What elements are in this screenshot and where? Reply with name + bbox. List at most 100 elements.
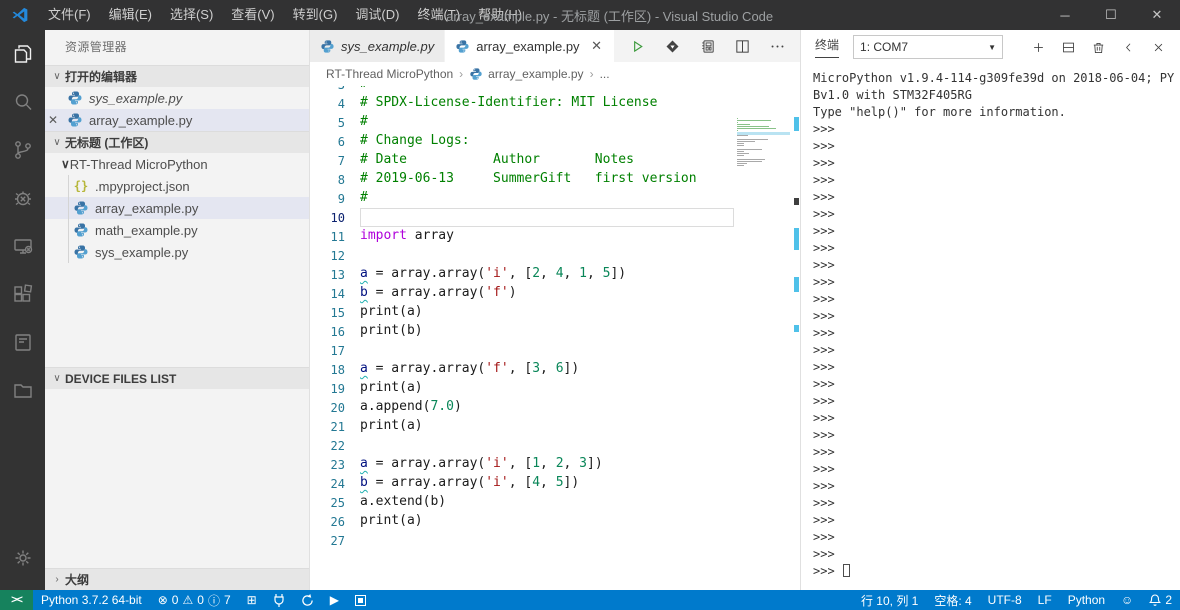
code-line[interactable]: 25 a.extend(b) [310, 493, 800, 512]
kill-terminal-icon[interactable] [1090, 39, 1106, 55]
debug-icon[interactable] [0, 174, 45, 222]
source-control-icon[interactable] [0, 126, 45, 174]
flash-chip-icon[interactable] [698, 37, 716, 55]
menu-item[interactable]: 文件(F) [39, 0, 100, 30]
tree-folder[interactable]: ∨ RT-Thread MicroPython [45, 153, 309, 175]
sync-icon[interactable] [293, 590, 322, 610]
terminal-selector[interactable]: 1: COM7 ▼ [853, 35, 1004, 59]
workspace-header[interactable]: ∨ 无标题 (工作区) [45, 131, 309, 153]
code-line[interactable]: 16 print(b) [310, 322, 800, 341]
minimap-line [737, 159, 765, 160]
code-line[interactable]: 20 a.append(7.0) [310, 398, 800, 417]
breadcrumb-item[interactable]: RT-Thread MicroPython [326, 67, 453, 81]
indentation-setting[interactable]: 空格: 4 [926, 590, 979, 610]
add-box-icon[interactable]: ⊞ [239, 590, 265, 610]
python-interpreter[interactable]: Python 3.7.2 64-bit [33, 590, 150, 610]
smiley-icon[interactable]: ☺ [1113, 590, 1141, 610]
menu-item[interactable]: 转到(G) [284, 0, 347, 30]
run-icon[interactable] [628, 37, 646, 55]
code-line[interactable]: 22 [310, 436, 800, 455]
close-panel-icon[interactable] [1150, 39, 1166, 55]
code-line[interactable]: 3# [310, 86, 800, 94]
code-line[interactable]: 4 # SPDX-License-Identifier: MIT License [310, 94, 800, 113]
folder-icon[interactable] [0, 366, 45, 414]
build-icon[interactable] [663, 37, 681, 55]
code-line[interactable]: 13 a = array.array('i', [2, 4, 1, 5]) [310, 265, 800, 284]
eol-setting[interactable]: LF [1030, 590, 1060, 610]
split-editor-icon[interactable] [733, 37, 751, 55]
menu-item[interactable]: 查看(V) [222, 0, 283, 30]
terminal-active-prompt[interactable]: >>> [813, 563, 1176, 580]
cursor-position[interactable]: 行 10, 列 1 [853, 590, 926, 610]
remote-indicator[interactable]: >< [0, 590, 33, 610]
language-mode[interactable]: Python [1060, 590, 1113, 610]
notes-icon[interactable] [0, 318, 45, 366]
python-file-icon [455, 39, 470, 54]
editor-group: sys_example.py array_example.py ✕ RT-Threa… [310, 30, 800, 590]
code-line[interactable]: 7 # Date Author Notes [310, 151, 800, 170]
play-icon[interactable]: ▶ [322, 590, 347, 610]
code-line[interactable]: 21 print(a) [310, 417, 800, 436]
close-button[interactable]: ✕ [1134, 0, 1180, 30]
code-line[interactable]: 24 b = array.array('i', [4, 5]) [310, 474, 800, 493]
code-editor[interactable]: 3#4# SPDX-License-Identifier: MIT Licens… [310, 86, 800, 590]
code-line[interactable]: 15 print(a) [310, 303, 800, 322]
minimap-line [737, 135, 748, 136]
encoding-setting[interactable]: UTF-8 [980, 590, 1030, 610]
extensions-icon[interactable] [0, 270, 45, 318]
split-terminal-icon[interactable] [1060, 39, 1076, 55]
tree-item[interactable]: array_example.py [45, 197, 309, 219]
menu-item[interactable]: 调试(D) [346, 0, 408, 30]
open-editor-item[interactable]: ✕sys_example.py [45, 87, 309, 109]
collapse-icon[interactable] [1120, 39, 1136, 55]
open-editor-item[interactable]: ✕ array_example.py [45, 109, 309, 131]
breadcrumb[interactable]: RT-Thread MicroPython › array_example.py ›.… [310, 62, 800, 86]
code-line[interactable]: 6 # Change Logs: [310, 132, 800, 151]
maximize-button[interactable]: ☐ [1088, 0, 1134, 30]
open-editors-header[interactable]: ∨ 打开的编辑器 [45, 65, 309, 87]
explorer-icon[interactable] [0, 30, 45, 78]
gear-icon[interactable] [0, 534, 45, 582]
outline-header[interactable]: › 大纲 [45, 568, 309, 590]
editor-tab[interactable]: sys_example.py [310, 30, 446, 62]
code-line[interactable]: 11 import array [310, 227, 800, 246]
new-terminal-icon[interactable] [1030, 39, 1046, 55]
plug-icon[interactable] [265, 590, 293, 610]
code-line[interactable]: 26 print(a) [310, 512, 800, 531]
stop-icon[interactable] [347, 590, 374, 610]
menu-item[interactable]: 选择(S) [161, 0, 222, 30]
editor-tab[interactable]: array_example.py ✕ [445, 30, 615, 62]
device-files-header[interactable]: ∨ DEVICE FILES LIST [45, 367, 309, 389]
tree-item[interactable]: sys_example.py [45, 241, 309, 263]
chevron-down-icon: ∨ [53, 137, 61, 148]
minimap-line [737, 153, 749, 154]
tree-item[interactable]: math_example.py [45, 219, 309, 241]
tree-item[interactable]: {} .mpyproject.json [45, 175, 309, 197]
close-icon[interactable]: ✕ [45, 113, 61, 127]
breadcrumb-item[interactable]: ... [600, 67, 610, 81]
breadcrumb-item[interactable]: array_example.py [488, 67, 583, 81]
code-line[interactable]: 18 a = array.array('f', [3, 6]) [310, 360, 800, 379]
more-actions-icon[interactable] [768, 37, 786, 55]
code-line[interactable]: 19 print(a) [310, 379, 800, 398]
search-icon[interactable] [0, 78, 45, 126]
menu-item[interactable]: 编辑(E) [100, 0, 161, 30]
code-line[interactable]: 8 # 2019-06-13 SummerGift first version [310, 170, 800, 189]
problems-indicator[interactable]: ⊗ 0 ⚠ 0 ⓘ 7 [150, 590, 239, 610]
line-number: 12 [330, 248, 345, 263]
terminal-output[interactable]: MicroPython v1.9.4-114-g309fe39d on 2018… [813, 70, 1176, 590]
code-line[interactable]: 14 b = array.array('f') [310, 284, 800, 303]
code-line[interactable]: 23 a = array.array('i', [1, 2, 3]) [310, 455, 800, 474]
code-line[interactable]: 17 [310, 341, 800, 360]
close-icon[interactable]: ✕ [590, 38, 604, 54]
minimap[interactable] [737, 118, 790, 169]
code-line[interactable]: 27 [310, 531, 800, 550]
minimize-button[interactable]: ─ [1042, 0, 1088, 30]
code-line[interactable]: 12 [310, 246, 800, 265]
notifications-bell[interactable]: 2 [1141, 590, 1180, 610]
code-line[interactable]: 5 # [310, 113, 800, 132]
code-line[interactable]: 10 [310, 208, 800, 227]
terminal-tab[interactable]: 终端 [815, 36, 840, 58]
device-icon[interactable] [0, 222, 45, 270]
code-line[interactable]: 9 # [310, 189, 800, 208]
